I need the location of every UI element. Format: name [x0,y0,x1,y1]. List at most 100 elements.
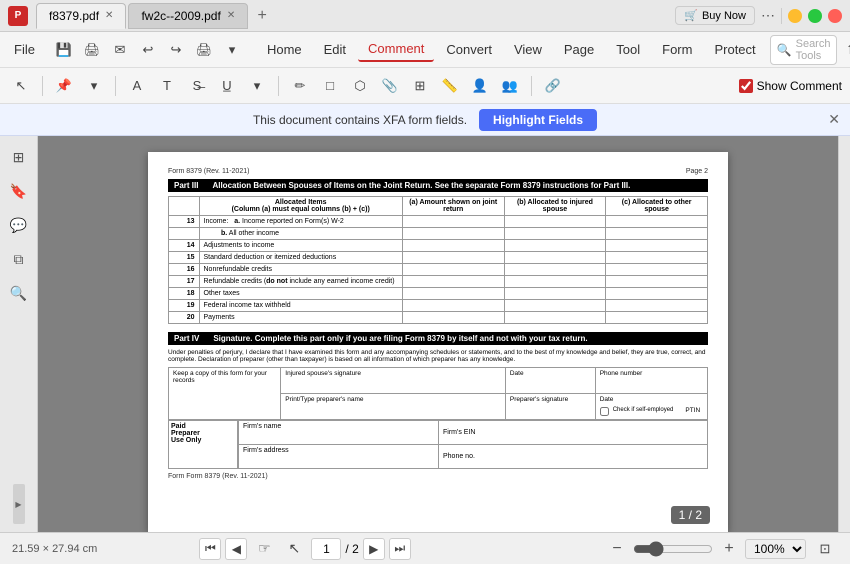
zoom-slider[interactable] [633,541,713,557]
menu-file[interactable]: File [4,38,45,61]
part3-header: Part III Allocation Between Spouses of I… [168,179,708,192]
menu-edit[interactable]: Edit [314,38,356,61]
table-row: 19 Federal income tax withheld [169,300,708,312]
pdf-viewer[interactable]: Form 8379 (Rev. 11-2021) Page 2 Part III… [38,136,838,532]
cursor-tool[interactable]: ☞ [251,536,277,562]
toolbar-dropdown[interactable]: ▾ [219,37,245,63]
person2-tool[interactable]: 👥 [497,73,523,99]
toolbar-save[interactable]: 💾 [51,37,77,63]
menu-tool[interactable]: Tool [606,38,650,61]
table-row: 18 Other taxes [169,288,708,300]
toolbar-email[interactable]: ✉ [107,37,133,63]
col-a-header: Allocated Items (Column (a) must equal c… [199,197,402,216]
strikeout-tool[interactable]: S̶ [184,73,210,99]
tab-f8379-close[interactable]: ✕ [105,10,113,21]
prep-date-cell: Date Check if self-employed PTIN [595,394,707,420]
dimensions-label: 21.59 × 27.94 cm [12,543,97,555]
text-tool[interactable]: T [154,73,180,99]
date-cell: Date [505,368,595,394]
toolbar-print2[interactable]: 🖨 [191,37,217,63]
left-panel: ⊞ 🔖 💬 ⧉ 🔍 ▶ [0,136,38,532]
person-tool[interactable]: 👤 [467,73,493,99]
firm-address-cell: Firm's address [239,445,439,469]
bottom-form-label: Form Firm's name Form 8379 (Rev. 11-2021… [168,473,708,480]
minimize-button[interactable] [788,9,802,23]
more-options-icon[interactable]: ⋯ [761,7,775,24]
xfa-close-icon[interactable]: ✕ [828,111,840,128]
new-tab-button[interactable]: + [250,4,274,28]
zoom-select[interactable]: 100% 75% 50% 150% 200% [745,539,806,559]
penalty-text: Under penalties of perjury, I declare th… [168,349,708,363]
paid-label: Paid Preparer Use Only [168,420,238,469]
paid-preparer-section: Paid Preparer Use Only Firm's name Firm'… [168,420,708,469]
menu-page[interactable]: Page [554,38,604,61]
search-tools-box[interactable]: 🔍 Search Tools [770,35,838,65]
paid-table: Firm's name Firm's EIN Firm's address [238,420,708,469]
phone-cell: Phone number [595,368,707,394]
tab-fw2c-close[interactable]: ✕ [227,10,235,21]
menu-home[interactable]: Home [257,38,312,61]
search-icon: 🔍 [777,43,792,57]
toolbar-redo[interactable]: ↪ [163,37,189,63]
table-row: 20 Payments [169,312,708,324]
zoom-in-button[interactable]: + [719,539,739,559]
show-comment-checkbox[interactable] [739,79,753,93]
signature-table: Keep a copy of this form for your record… [168,367,708,420]
page-navigation: ⏮ ◀ ☞ ↖ / 2 ▶ ⏭ [199,536,410,562]
part4-badge: Part IV [168,332,205,345]
attach-tool[interactable]: 📎 [377,73,403,99]
note-tool[interactable]: 📌 [51,73,77,99]
panel-page-icon[interactable]: ⊞ [6,144,32,170]
zoom-out-button[interactable]: − [607,539,627,559]
table-row: 16 Nonrefundable credits [169,264,708,276]
select-tool[interactable]: ↖ [8,73,34,99]
panel-layer-icon[interactable]: ⧉ [6,246,32,272]
share-icon[interactable]: ⬆ [839,38,850,62]
tab-f8379[interactable]: f8379.pdf ✕ [36,3,126,29]
menu-comment[interactable]: Comment [358,37,434,62]
menu-view[interactable]: View [504,38,552,61]
panel-comment-icon[interactable]: 💬 [6,212,32,238]
prev-page-button[interactable]: ◀ [225,538,247,560]
area-tool[interactable]: ⊞ [407,73,433,99]
select-tool2[interactable]: ↖ [281,536,307,562]
injured-sig-cell: Injured spouse's signature [281,368,506,394]
buy-now-button[interactable]: 🛒 Buy Now [675,6,755,25]
copy-label: Keep a copy of this form for your record… [169,368,281,420]
panel-bookmark-icon[interactable]: 🔖 [6,178,32,204]
toolbar-print[interactable]: 🖨 [79,37,105,63]
underline-tool[interactable]: U̲ [214,73,240,99]
link-tool[interactable]: 🔗 [540,73,566,99]
self-employed-checkbox[interactable] [600,407,609,416]
measure-tool[interactable]: 📏 [437,73,463,99]
panel-expand-button[interactable]: ▶ [13,484,25,524]
maximize-button[interactable] [808,9,822,23]
last-page-button[interactable]: ⏭ [389,538,411,560]
xfa-message: This document contains XFA form fields. [253,113,467,127]
page-badge: 1 / 2 [671,506,710,524]
page-input[interactable] [311,538,341,560]
highlight-tool[interactable]: A [124,73,150,99]
shape-tool[interactable]: □ [317,73,343,99]
right-scroll-panel[interactable] [838,136,850,532]
menu-convert[interactable]: Convert [436,38,502,61]
stamp-tool[interactable]: ⬡ [347,73,373,99]
table-row: 15 Standard deduction or itemized deduct… [169,252,708,264]
first-page-button[interactable]: ⏮ [199,538,221,560]
tab-fw2c[interactable]: fw2c--2009.pdf ✕ [128,3,248,29]
close-button[interactable] [828,9,842,23]
menu-form[interactable]: Form [652,38,702,61]
table-row: b. All other income [169,228,708,240]
part3-badge: Part III [168,179,204,192]
menu-protect[interactable]: Protect [704,38,765,61]
highlight-fields-button[interactable]: Highlight Fields [479,109,597,131]
text-dropdown[interactable]: ▾ [244,73,270,99]
panel-search-icon[interactable]: 🔍 [6,280,32,306]
draw-tool[interactable]: ✏ [287,73,313,99]
pdf-page: Form 8379 (Rev. 11-2021) Page 2 Part III… [148,152,728,532]
toolbar-undo[interactable]: ↩ [135,37,161,63]
firm-name-cell: Firm's name [239,421,439,445]
note-dropdown[interactable]: ▾ [81,73,107,99]
next-page-button[interactable]: ▶ [363,538,385,560]
fit-page-icon[interactable]: ⊡ [812,536,838,562]
